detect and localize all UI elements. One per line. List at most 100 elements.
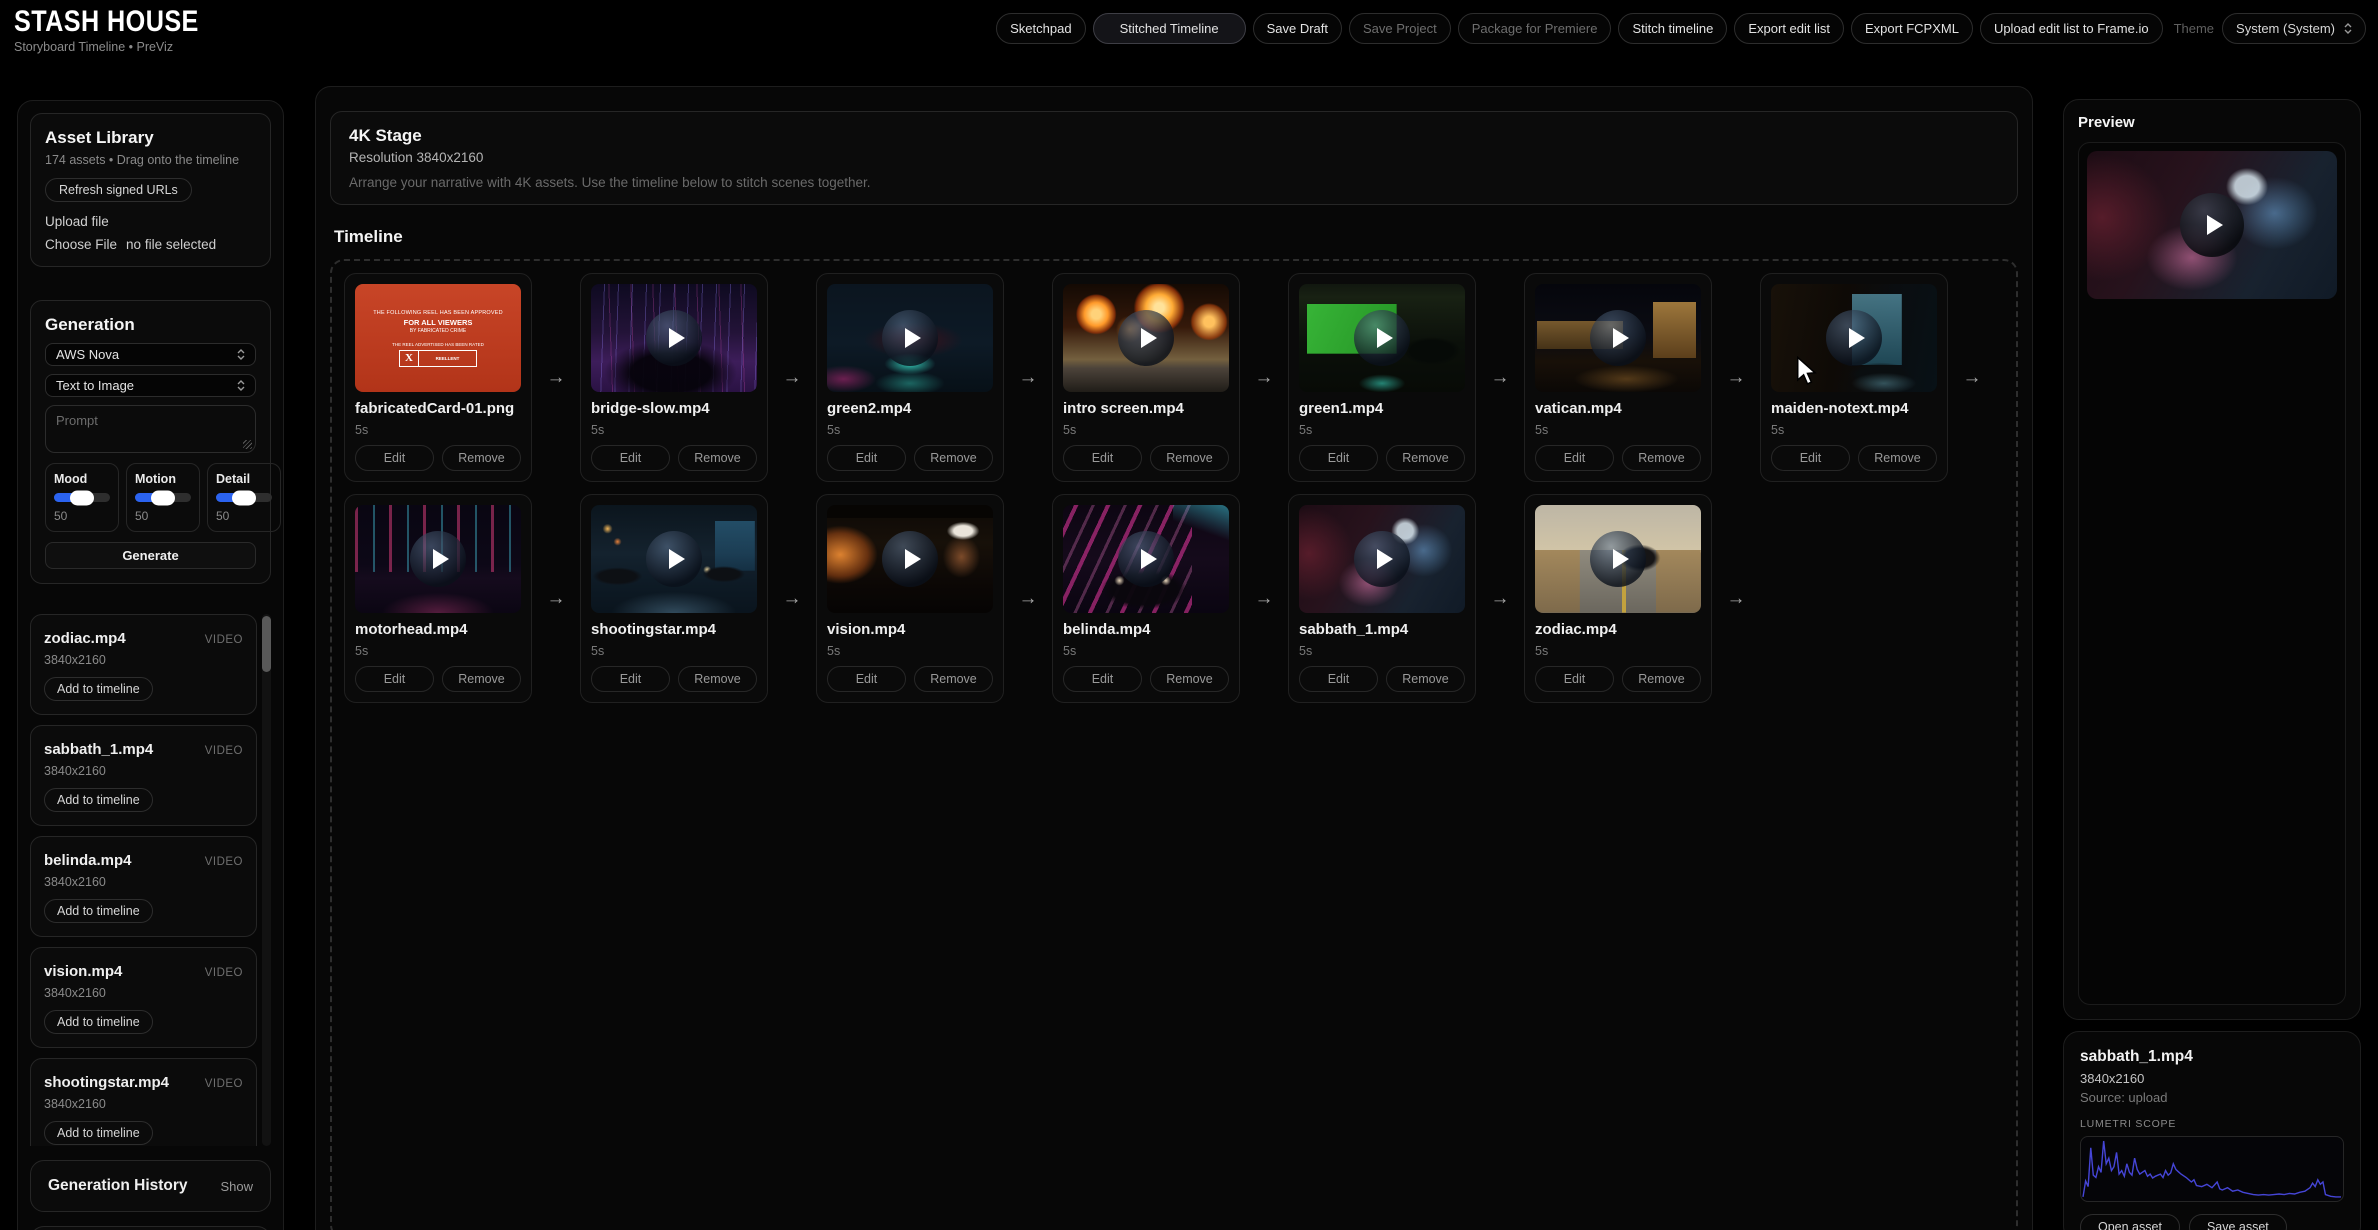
clip-edit-button[interactable]: Edit <box>1063 666 1142 692</box>
play-button[interactable] <box>591 505 757 613</box>
header-button-stitched-timeline[interactable]: Stitched Timeline <box>1093 13 1246 44</box>
asset-list[interactable]: zodiac.mp4 VIDEO 3840x2160 Add to timeli… <box>30 614 271 1146</box>
asset-list-item-belinda-mp4[interactable]: belinda.mp4 VIDEO 3840x2160 Add to timel… <box>30 836 257 937</box>
slider-knob[interactable] <box>151 490 175 505</box>
slider-knob[interactable] <box>70 490 94 505</box>
preview-play-button[interactable] <box>2087 151 2337 299</box>
header-button-export-edit-list[interactable]: Export edit list <box>1734 13 1844 44</box>
slider-track[interactable] <box>135 493 191 502</box>
timeline-clip-green1-mp4[interactable]: green1.mp4 5s Edit Remove <box>1288 273 1476 482</box>
slider-track[interactable] <box>54 493 110 502</box>
file-input[interactable]: Choose File no file selected <box>45 237 256 252</box>
clip-remove-button[interactable]: Remove <box>442 666 521 692</box>
timeline-clip-vision-mp4[interactable]: vision.mp4 5s Edit Remove <box>816 494 1004 703</box>
clip-thumbnail[interactable] <box>1299 505 1465 613</box>
choose-file-button[interactable]: Choose File <box>45 237 117 252</box>
clip-thumbnail[interactable] <box>1535 284 1701 392</box>
timeline-clip-sabbath-1-mp4[interactable]: sabbath_1.mp4 5s Edit Remove <box>1288 494 1476 703</box>
clip-remove-button[interactable]: Remove <box>1150 445 1229 471</box>
clip-remove-button[interactable]: Remove <box>678 445 757 471</box>
play-button[interactable] <box>591 284 757 392</box>
resize-grip-icon[interactable] <box>243 440 252 449</box>
header-button-save-project[interactable]: Save Project <box>1349 13 1451 44</box>
timeline-clip-bridge-slow-mp4[interactable]: bridge-slow.mp4 5s Edit Remove <box>580 273 768 482</box>
add-to-timeline-button[interactable]: Add to timeline <box>44 1121 153 1145</box>
timeline-clip-fabricatedcard-01-png[interactable]: THE FOLLOWING REEL HAS BEEN APPROVED FOR… <box>344 273 532 482</box>
play-button[interactable] <box>827 505 993 613</box>
clip-edit-button[interactable]: Edit <box>591 445 670 471</box>
clip-remove-button[interactable]: Remove <box>678 666 757 692</box>
clip-thumbnail[interactable] <box>1535 505 1701 613</box>
clip-edit-button[interactable]: Edit <box>1535 445 1614 471</box>
timeline-clip-motorhead-mp4[interactable]: motorhead.mp4 5s Edit Remove <box>344 494 532 703</box>
add-to-timeline-button[interactable]: Add to timeline <box>44 899 153 923</box>
slider-track[interactable] <box>216 493 272 502</box>
preview-video[interactable] <box>2087 151 2337 299</box>
header-button-upload-edit-list-to-frame-io[interactable]: Upload edit list to Frame.io <box>1980 13 2163 44</box>
asset-list-scrollbar[interactable] <box>262 614 271 1146</box>
clip-thumbnail[interactable] <box>591 284 757 392</box>
clip-thumbnail[interactable] <box>355 505 521 613</box>
play-button[interactable] <box>1299 284 1465 392</box>
open-asset-button[interactable]: Open asset <box>2080 1214 2180 1230</box>
clip-thumbnail[interactable] <box>1063 505 1229 613</box>
clip-remove-button[interactable]: Remove <box>914 445 993 471</box>
generation-history-panel[interactable]: Generation History Show <box>30 1160 271 1212</box>
clip-remove-button[interactable]: Remove <box>1858 445 1937 471</box>
clip-remove-button[interactable]: Remove <box>1150 666 1229 692</box>
prompt-input[interactable] <box>45 405 256 453</box>
clip-remove-button[interactable]: Remove <box>1622 445 1701 471</box>
asset-list-item-sabbath-1-mp4[interactable]: sabbath_1.mp4 VIDEO 3840x2160 Add to tim… <box>30 725 257 826</box>
clip-edit-button[interactable]: Edit <box>355 666 434 692</box>
generate-button[interactable]: Generate <box>45 542 256 569</box>
generation-history-show-button[interactable]: Show <box>220 1179 253 1194</box>
add-to-timeline-button[interactable]: Add to timeline <box>44 1010 153 1034</box>
header-button-package-for-premiere[interactable]: Package for Premiere <box>1458 13 1612 44</box>
clip-thumbnail[interactable] <box>827 284 993 392</box>
clip-edit-button[interactable]: Edit <box>1063 445 1142 471</box>
timeline-clip-belinda-mp4[interactable]: belinda.mp4 5s Edit Remove <box>1052 494 1240 703</box>
asset-list-scrollbar-thumb[interactable] <box>262 616 271 672</box>
saved-drafts-panel[interactable]: Saved Drafts & Projects Show <box>30 1226 271 1230</box>
timeline-clip-vatican-mp4[interactable]: vatican.mp4 5s Edit Remove <box>1524 273 1712 482</box>
play-button[interactable] <box>355 505 521 613</box>
asset-list-item-shootingstar-mp4[interactable]: shootingstar.mp4 VIDEO 3840x2160 Add to … <box>30 1058 257 1146</box>
slider-knob[interactable] <box>232 490 256 505</box>
clip-remove-button[interactable]: Remove <box>1622 666 1701 692</box>
timeline-clip-shootingstar-mp4[interactable]: shootingstar.mp4 5s Edit Remove <box>580 494 768 703</box>
header-button-export-fcpxml[interactable]: Export FCPXML <box>1851 13 1973 44</box>
header-button-save-draft[interactable]: Save Draft <box>1253 13 1342 44</box>
clip-edit-button[interactable]: Edit <box>1299 666 1378 692</box>
timeline-clip-intro-screen-mp4[interactable]: intro screen.mp4 5s Edit Remove <box>1052 273 1240 482</box>
clip-remove-button[interactable]: Remove <box>1386 445 1465 471</box>
clip-thumbnail[interactable] <box>591 505 757 613</box>
clip-edit-button[interactable]: Edit <box>1299 445 1378 471</box>
refresh-signed-urls-button[interactable]: Refresh signed URLs <box>45 178 192 202</box>
header-button-stitch-timeline[interactable]: Stitch timeline <box>1618 13 1727 44</box>
play-button[interactable] <box>1063 284 1229 392</box>
mode-select[interactable]: Text to Image <box>45 374 256 397</box>
clip-remove-button[interactable]: Remove <box>1386 666 1465 692</box>
timeline-clip-maiden-notext-mp4[interactable]: maiden-notext.mp4 5s Edit Remove <box>1760 273 1948 482</box>
header-button-sketchpad[interactable]: Sketchpad <box>996 13 1085 44</box>
clip-thumbnail[interactable] <box>1063 284 1229 392</box>
clip-remove-button[interactable]: Remove <box>914 666 993 692</box>
add-to-timeline-button[interactable]: Add to timeline <box>44 677 153 701</box>
play-button[interactable] <box>1063 505 1229 613</box>
play-button[interactable] <box>1535 505 1701 613</box>
clip-edit-button[interactable]: Edit <box>827 666 906 692</box>
timeline-clip-green2-mp4[interactable]: green2.mp4 5s Edit Remove <box>816 273 1004 482</box>
clip-edit-button[interactable]: Edit <box>827 445 906 471</box>
timeline-clip-zodiac-mp4[interactable]: zodiac.mp4 5s Edit Remove <box>1524 494 1712 703</box>
add-to-timeline-button[interactable]: Add to timeline <box>44 788 153 812</box>
clip-edit-button[interactable]: Edit <box>591 666 670 692</box>
timeline-track[interactable]: THE FOLLOWING REEL HAS BEEN APPROVED FOR… <box>330 259 2018 1230</box>
asset-list-item-vision-mp4[interactable]: vision.mp4 VIDEO 3840x2160 Add to timeli… <box>30 947 257 1048</box>
clip-thumbnail[interactable]: THE FOLLOWING REEL HAS BEEN APPROVED FOR… <box>355 284 521 392</box>
save-asset-button[interactable]: Save asset <box>2189 1214 2287 1230</box>
play-button[interactable] <box>1299 505 1465 613</box>
model-select[interactable]: AWS Nova <box>45 343 256 366</box>
clip-thumbnail[interactable] <box>827 505 993 613</box>
clip-thumbnail[interactable] <box>1299 284 1465 392</box>
asset-list-item-zodiac-mp4[interactable]: zodiac.mp4 VIDEO 3840x2160 Add to timeli… <box>30 614 257 715</box>
